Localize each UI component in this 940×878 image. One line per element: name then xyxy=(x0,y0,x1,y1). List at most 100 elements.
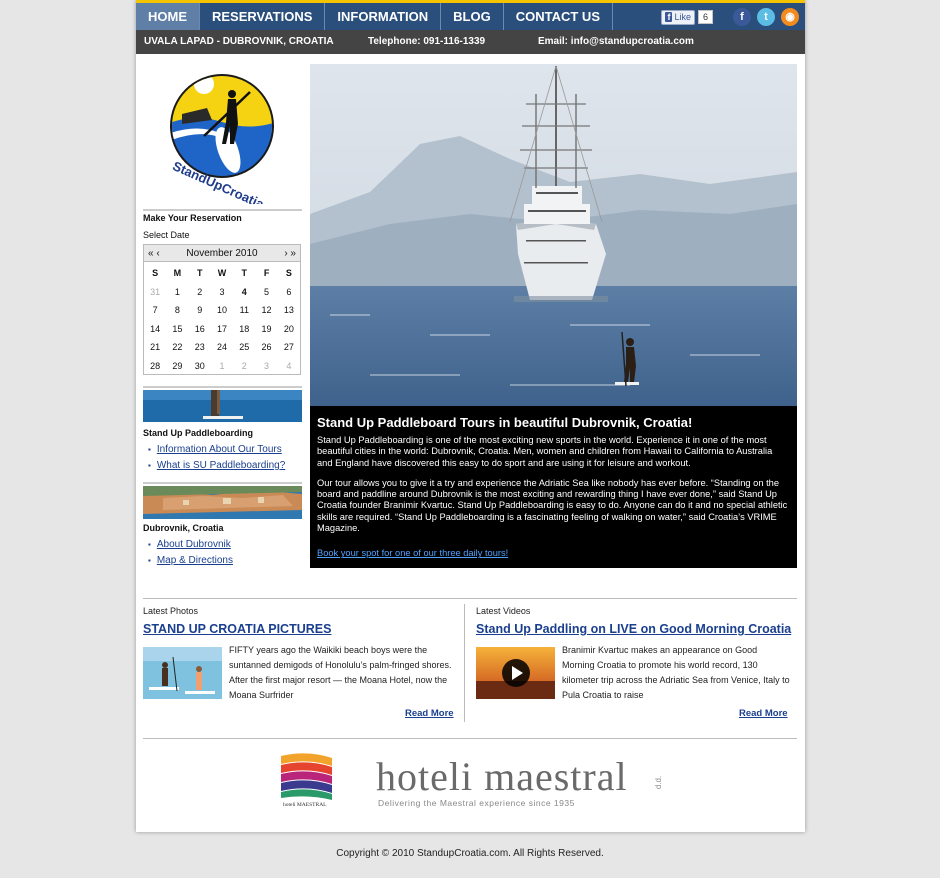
calendar-day[interactable]: 26 xyxy=(255,338,277,357)
hero-paragraph: Our tour allows you to give it a try and… xyxy=(317,477,788,534)
calendar-day[interactable]: 10 xyxy=(211,301,233,320)
select-date-label: Select Date xyxy=(143,230,190,240)
latest-photos-label: Latest Photos xyxy=(143,606,199,616)
calendar-day[interactable]: 13 xyxy=(278,301,300,320)
calendar-day[interactable]: 12 xyxy=(255,301,277,320)
calendar-day[interactable]: 5 xyxy=(255,283,277,302)
calendar-day[interactable]: 4 xyxy=(278,357,300,376)
link-information-about-tours[interactable]: Information About Our Tours xyxy=(157,444,282,455)
calendar-day[interactable]: 8 xyxy=(166,301,188,320)
calendar-dow: S xyxy=(152,268,159,278)
paddleboarding-thumbnail[interactable] xyxy=(143,390,302,422)
calendar-day[interactable]: 11 xyxy=(233,301,255,320)
videos-title-link[interactable]: Stand Up Paddling on LIVE on Good Mornin… xyxy=(476,622,791,636)
calendar-month-label: November 2010 xyxy=(186,248,258,259)
calendar-grid: S M T W T F S 31 1 2 3 4 5 6 7 8 9 10 11… xyxy=(144,262,300,375)
calendar-day[interactable]: 25 xyxy=(233,338,255,357)
calendar-day[interactable]: 3 xyxy=(211,283,233,302)
nav-information[interactable]: INFORMATION xyxy=(325,3,442,30)
calendar-dow: W xyxy=(217,268,227,278)
divider xyxy=(143,598,797,599)
twitter-icon[interactable]: t xyxy=(757,8,775,26)
calendar-day[interactable]: 21 xyxy=(144,338,166,357)
footer-copyright: Copyright © 2010 StandupCroatia.com. All… xyxy=(336,848,604,859)
calendar-day[interactable]: 6 xyxy=(278,283,300,302)
hoteli-maestral-tagline: Delivering the Maestral experience since… xyxy=(378,798,575,808)
calendar-day[interactable]: 19 xyxy=(255,320,277,339)
list-item: Map & Directions xyxy=(148,553,233,569)
top-navigation-bar: HOME RESERVATIONS INFORMATION BLOG CONTA… xyxy=(136,0,805,30)
calendar-dow: F xyxy=(263,268,270,278)
list-item: What is SU Paddleboarding? xyxy=(148,458,285,474)
calendar-day[interactable]: 31 xyxy=(144,283,166,302)
calendar-dow: T xyxy=(241,268,248,278)
dubrovnik-thumbnail[interactable] xyxy=(143,486,302,519)
calendar-day[interactable]: 18 xyxy=(233,320,255,339)
divider xyxy=(143,386,302,388)
rss-icon[interactable]: ◉ xyxy=(781,8,799,26)
link-about-dubrovnik[interactable]: About Dubrovnik xyxy=(157,539,231,550)
hero-title: Stand Up Paddleboard Tours in beautiful … xyxy=(317,415,693,430)
facebook-like-widget[interactable]: f Like 6 xyxy=(661,9,713,26)
calendar-day[interactable]: 2 xyxy=(233,357,255,376)
page-container: HOME RESERVATIONS INFORMATION BLOG CONTA… xyxy=(136,0,805,832)
photos-title-link[interactable]: STAND UP CROATIA PICTURES xyxy=(143,622,331,636)
calendar-day[interactable]: 17 xyxy=(211,320,233,339)
calendar-day[interactable]: 3 xyxy=(255,357,277,376)
social-links: f Like 6 f t ◉ xyxy=(661,7,799,27)
nav-contact-us[interactable]: CONTACT US xyxy=(504,3,613,30)
calendar-dow: T xyxy=(196,268,203,278)
dubrovnik-heading: Dubrovnik, Croatia xyxy=(143,523,224,533)
sup-links: Information About Our Tours What is SU P… xyxy=(148,442,285,474)
calendar-header: « ‹ November 2010 › » xyxy=(144,245,300,262)
reservation-calendar: « ‹ November 2010 › » S M T W T F S 31 1… xyxy=(143,244,301,375)
calendar-day[interactable]: 24 xyxy=(211,338,233,357)
contact-info-bar: UVALA LAPAD - DUBROVNIK, CROATIA Telepho… xyxy=(136,30,805,54)
calendar-day[interactable]: 28 xyxy=(144,357,166,376)
calendar-day[interactable]: 20 xyxy=(278,320,300,339)
calendar-day[interactable]: 29 xyxy=(166,357,188,376)
calendar-day[interactable]: 14 xyxy=(144,320,166,339)
calendar-prev-button[interactable]: « ‹ xyxy=(148,245,160,262)
hoteli-maestral-logo[interactable]: hoteli maestral Delivering the Maestral … xyxy=(376,756,666,816)
calendar-day-today[interactable]: 4 xyxy=(233,283,255,302)
nav-reservations[interactable]: RESERVATIONS xyxy=(200,3,326,30)
sup-heading: Stand Up Paddleboarding xyxy=(143,428,254,438)
video-thumbnail[interactable] xyxy=(476,647,555,699)
calendar-day[interactable]: 1 xyxy=(211,357,233,376)
calendar-day[interactable]: 16 xyxy=(189,320,211,339)
facebook-icon[interactable]: f xyxy=(733,8,751,26)
calendar-day[interactable]: 1 xyxy=(166,283,188,302)
book-tour-link[interactable]: Book your spot for one of our three dail… xyxy=(317,548,508,558)
link-map-directions[interactable]: Map & Directions xyxy=(157,555,233,566)
calendar-day[interactable]: 2 xyxy=(189,283,211,302)
column-separator xyxy=(464,604,465,722)
photos-read-more-link[interactable]: Read More xyxy=(405,708,454,719)
facebook-like-count: 6 xyxy=(698,10,713,24)
calendar-day[interactable]: 23 xyxy=(189,338,211,357)
hero-description-panel: Stand Up Paddleboard Tours in beautiful … xyxy=(310,406,797,568)
calendar-dow: M xyxy=(173,268,182,278)
photos-thumbnail[interactable] xyxy=(143,647,222,699)
calendar-day[interactable]: 22 xyxy=(166,338,188,357)
calendar-day[interactable]: 9 xyxy=(189,301,211,320)
hoteli-maestral-small-logo[interactable]: hoteli MAESTRAL xyxy=(279,752,334,808)
small-logo-text: hoteli MAESTRAL xyxy=(283,802,327,808)
latest-videos-label: Latest Videos xyxy=(476,606,531,616)
standupcroatia-logo[interactable]: StandUpCroatia.com xyxy=(152,64,294,224)
telephone-text: Telephone: 091-116-1339 xyxy=(368,36,486,47)
calendar-day[interactable]: 30 xyxy=(189,357,211,376)
calendar-day[interactable]: 15 xyxy=(166,320,188,339)
calendar-day[interactable]: 7 xyxy=(144,301,166,320)
divider xyxy=(143,482,302,484)
facebook-like-button[interactable]: f Like xyxy=(661,9,695,25)
calendar-day[interactable]: 27 xyxy=(278,338,300,357)
videos-read-more-link[interactable]: Read More xyxy=(739,708,788,719)
calendar-next-button[interactable]: › » xyxy=(284,245,296,262)
link-what-is-sup[interactable]: What is SU Paddleboarding? xyxy=(157,460,285,471)
dubrovnik-links: About Dubrovnik Map & Directions xyxy=(148,537,233,569)
nav-blog[interactable]: BLOG xyxy=(441,3,504,30)
email-text[interactable]: Email: info@standupcroatia.com xyxy=(538,30,694,54)
hero-paragraph: Stand Up Paddleboarding is one of the mo… xyxy=(317,435,773,468)
nav-home[interactable]: HOME xyxy=(136,3,200,30)
